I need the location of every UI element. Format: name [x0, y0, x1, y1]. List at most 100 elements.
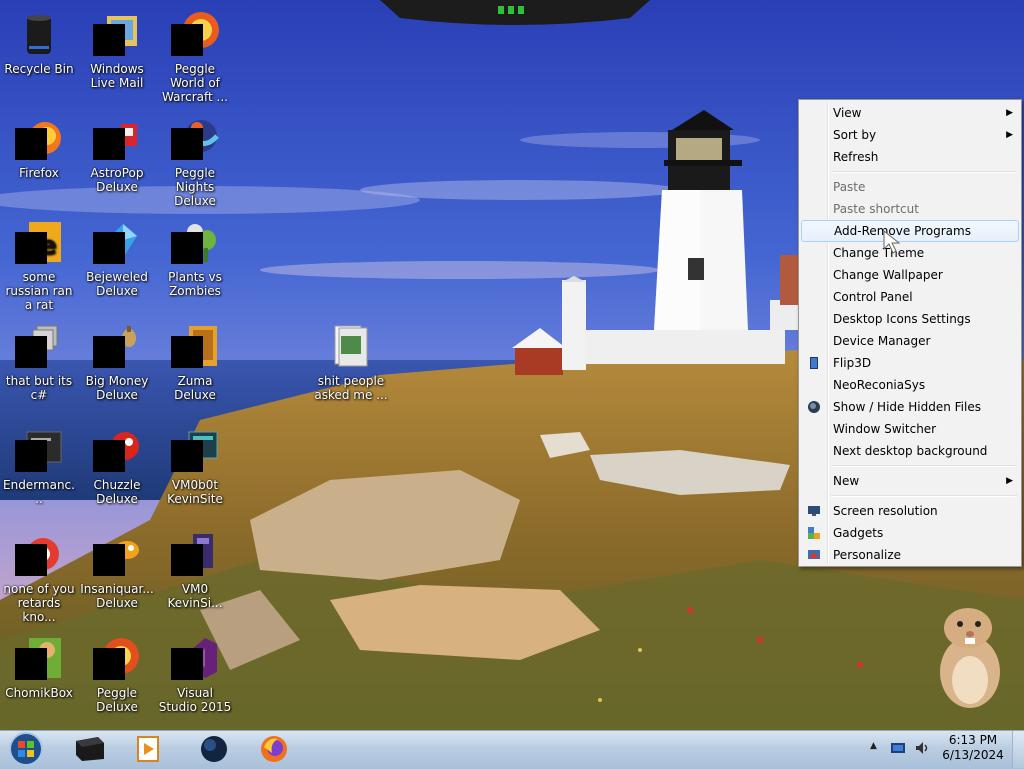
redacted-block: [93, 24, 125, 56]
menu-item-next-desktop-background[interactable]: Next desktop background: [801, 440, 1019, 462]
clock-date: 6/13/2024: [942, 748, 1004, 762]
recycle-bin-icon: [27, 15, 51, 54]
desktop-icon-astropop[interactable]: AstroPop Deluxe: [78, 108, 156, 208]
volume-icon[interactable]: [914, 740, 930, 756]
redacted-block: [93, 232, 125, 264]
menu-item-sort-by[interactable]: Sort by ▶: [801, 124, 1019, 146]
desktop-icon-visual-studio[interactable]: Visual Studio 2015: [156, 628, 234, 728]
desktop-icon-none-of-you[interactable]: none of you retards kno...: [0, 524, 78, 624]
show-desktop-button[interactable]: [1012, 731, 1024, 768]
menu-item-personalize[interactable]: Personalize: [801, 544, 1019, 566]
firefox-icon: [261, 736, 287, 762]
redacted-block: [171, 336, 203, 368]
gadgets-icon: [807, 526, 821, 540]
desktop-icon-vm0-kevinsite[interactable]: VM0 KevinSi...: [156, 524, 234, 624]
redacted-block: [15, 232, 47, 264]
globe-app-icon: [201, 736, 227, 762]
taskbar-media-player-button[interactable]: [128, 733, 168, 765]
desktop-icon-insaniquarium[interactable]: Insaniquar... Deluxe: [78, 524, 156, 624]
menu-item-gadgets[interactable]: Gadgets: [801, 522, 1019, 544]
desktop-icon-chuzzle[interactable]: Chuzzle Deluxe: [78, 420, 156, 520]
menu-item-window-switcher[interactable]: Window Switcher: [801, 418, 1019, 440]
desktop-icon-some-russian[interactable]: e some russian ran a rat: [0, 212, 78, 312]
desktop-icon-endermanch[interactable]: Endermanc...: [0, 420, 78, 520]
redacted-block: [15, 336, 47, 368]
desktop-icon-label: Peggle Nights Deluxe: [174, 166, 216, 208]
desktop-icon-recycle-bin[interactable]: Recycle Bin: [0, 4, 78, 104]
tray-show-hidden-icon[interactable]: ▲: [870, 741, 877, 751]
menu-item-control-panel[interactable]: Control Panel: [801, 286, 1019, 308]
menu-item-change-wallpaper[interactable]: Change Wallpaper: [801, 264, 1019, 286]
start-orb-icon[interactable]: [6, 731, 46, 767]
menu-item-label: NeoReconiaSys: [833, 378, 926, 392]
taskbar-app-box-button[interactable]: [70, 733, 110, 765]
taskbar-firefox-button[interactable]: [254, 733, 294, 765]
taskbar-clock[interactable]: 6:13 PM 6/13/2024: [940, 733, 1006, 763]
menu-item-label: New: [833, 474, 860, 488]
menu-item-neoreconiasys[interactable]: NeoReconiaSys: [801, 374, 1019, 396]
menu-item-label: Next desktop background: [833, 444, 988, 458]
desktop-icon-firefox[interactable]: Firefox: [0, 108, 78, 208]
submenu-arrow-icon: ▶: [1006, 476, 1013, 486]
desktop-icon-label: none of you retards kno...: [3, 582, 75, 624]
desktop-icon-label: Endermanc...: [3, 478, 75, 506]
personalize-icon: [807, 548, 821, 562]
desktop-icon-shit-people-asked[interactable]: shit people asked me ...: [312, 316, 390, 416]
menu-item-flip3d[interactable]: Flip3D: [801, 352, 1019, 374]
desktop-icon-peggle-wow[interactable]: Peggle World of Warcraft ...: [156, 4, 234, 104]
redacted-block: [15, 544, 47, 576]
menu-item-desktop-icons-settings[interactable]: Desktop Icons Settings: [801, 308, 1019, 330]
desktop-icon-label: Firefox: [19, 166, 59, 180]
desktop-icon-label: VM0 KevinSi...: [167, 582, 223, 610]
menu-item-add-remove-programs[interactable]: Add-Remove Programs: [801, 220, 1019, 242]
menu-item-refresh[interactable]: Refresh: [801, 146, 1019, 168]
menu-item-label: Window Switcher: [833, 422, 937, 436]
menu-item-device-manager[interactable]: Device Manager: [801, 330, 1019, 352]
menu-item-label: Gadgets: [833, 526, 884, 540]
menu-item-label: Desktop Icons Settings: [833, 312, 971, 326]
menu-item-paste: Paste: [801, 176, 1019, 198]
desktop-icon-label: Big Money Deluxe: [85, 374, 149, 402]
desktop-icon-plants-vs-zombies[interactable]: Plants vs Zombies: [156, 212, 234, 312]
hamster-gadget-icon[interactable]: [930, 600, 1010, 712]
desktop-icon-bejeweled[interactable]: Bejeweled Deluxe: [78, 212, 156, 312]
desktop-icon-chomikbox[interactable]: ChomikBox: [0, 628, 78, 728]
desktop-icon-zuma[interactable]: Zuma Deluxe: [156, 316, 234, 416]
desktop-icon-windows-live-mail[interactable]: Windows Live Mail: [78, 4, 156, 104]
menu-item-label: Device Manager: [833, 334, 931, 348]
redacted-block: [171, 648, 203, 680]
redacted-block: [15, 440, 47, 472]
menu-item-new[interactable]: New ▶: [801, 470, 1019, 492]
redacted-block: [171, 128, 203, 160]
menu-item-paste-shortcut: Paste shortcut: [801, 198, 1019, 220]
desktop-icon-label: Peggle World of Warcraft ...: [162, 62, 228, 104]
desktop-icon-label: Visual Studio 2015: [158, 686, 232, 714]
redacted-block: [93, 648, 125, 680]
desktop-icon-big-money[interactable]: Big Money Deluxe: [78, 316, 156, 416]
taskbar-globe-app-button[interactable]: [194, 733, 234, 765]
menu-item-label: Personalize: [833, 548, 902, 562]
desktop-icon-label: Insaniquar... Deluxe: [80, 582, 154, 610]
menu-item-label: Sort by: [833, 128, 877, 142]
desktop-icon-peggle-deluxe[interactable]: Peggle Deluxe: [78, 628, 156, 728]
network-monitor-icon[interactable]: [890, 740, 906, 756]
clock-time: 6:13 PM: [948, 733, 998, 747]
redacted-block: [93, 440, 125, 472]
redacted-block: [93, 336, 125, 368]
menu-item-show-hide-hidden-files[interactable]: Show / Hide Hidden Files: [801, 396, 1019, 418]
desktop-icon-peggle-nights[interactable]: Peggle Nights Deluxe: [156, 108, 234, 208]
menu-item-change-theme[interactable]: Change Theme: [801, 242, 1019, 264]
menu-item-screen-resolution[interactable]: Screen resolution: [801, 500, 1019, 522]
desktop-context-menu[interactable]: View ▶ Sort by ▶ Refresh Paste Paste sho…: [798, 99, 1022, 567]
top-gadget-bar[interactable]: [380, 0, 650, 26]
menu-item-label: Control Panel: [833, 290, 913, 304]
desktop-icon-that-but-its-c[interactable]: that but its c#: [0, 316, 78, 416]
desktop-icon-label: that but its c#: [5, 374, 73, 402]
menu-item-label: Paste shortcut: [833, 202, 919, 216]
menu-item-view[interactable]: View ▶: [801, 102, 1019, 124]
monitor-icon: [807, 504, 821, 518]
desktop-icon-label: Peggle Deluxe: [96, 686, 138, 714]
menu-item-label: Change Theme: [833, 246, 925, 260]
desktop-icon-vm0b0t[interactable]: VM0b0t KevinSite: [156, 420, 234, 520]
desktop-icon-label: Recycle Bin: [4, 62, 74, 76]
